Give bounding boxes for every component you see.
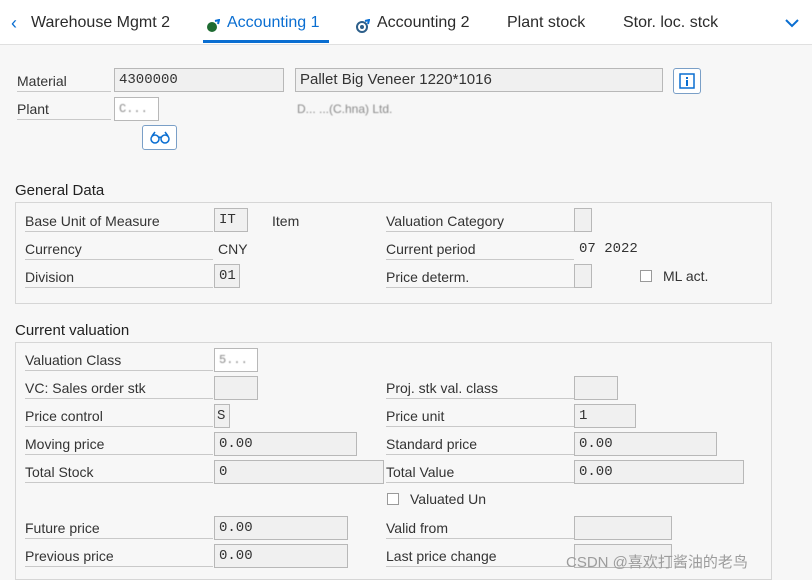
division-label: Division (25, 267, 213, 288)
last-price-change-label: Last price change (386, 546, 574, 567)
currency-value: CNY (218, 241, 248, 257)
material-number-field[interactable]: 4300000 (114, 68, 284, 92)
current-period-value: 07 2022 (579, 241, 638, 257)
standard-price-field[interactable]: 0.00 (574, 432, 717, 456)
price-determ-field[interactable] (574, 264, 592, 288)
material-label-underline (17, 91, 111, 92)
moving-price-label: Moving price (25, 434, 213, 455)
tab-accounting-2[interactable]: Accounting 2 (377, 12, 470, 34)
plant-label-underline (17, 119, 111, 120)
vc-sales-order-stk-field[interactable] (214, 376, 258, 400)
base-uom-label: Base Unit of Measure (25, 211, 213, 232)
plant-description: D... ...(C.hna) Ltd. (297, 102, 393, 116)
price-determ-label: Price determ. (386, 267, 574, 288)
valuation-class-field[interactable]: 5... (214, 348, 258, 372)
total-stock-label: Total Stock (25, 462, 213, 483)
currency-label: Currency (25, 239, 213, 260)
moving-price-field[interactable]: 0.00 (214, 432, 357, 456)
future-price-field[interactable]: 0.00 (214, 516, 348, 540)
glasses-icon[interactable] (142, 125, 177, 150)
material-description-field[interactable]: Pallet Big Veneer 1220*1016 (295, 68, 663, 92)
tab-warehouse-mgmt-2[interactable]: Warehouse Mgmt 2 (31, 12, 170, 34)
price-control-label: Price control (25, 406, 213, 427)
valuation-class-label: Valuation Class (25, 350, 213, 371)
tab-accounting-1[interactable]: Accounting 1 (227, 12, 320, 34)
tab-accounting-2-icon (356, 18, 371, 33)
ml-act-checkbox[interactable] (640, 270, 652, 282)
total-stock-field[interactable]: 0 (214, 460, 384, 484)
plant-field[interactable]: C... (114, 97, 159, 121)
future-price-label: Future price (25, 518, 213, 539)
tab-accounting-1-icon (206, 18, 221, 33)
valuated-un-label: Valuated Un (410, 491, 487, 507)
chevron-left-icon[interactable]: ‹ (4, 12, 24, 34)
base-uom-field[interactable]: IT (214, 208, 248, 232)
standard-price-label: Standard price (386, 434, 574, 455)
plant-label: Plant (17, 101, 49, 117)
info-icon[interactable] (673, 68, 701, 94)
total-value-label: Total Value (386, 462, 574, 483)
current-period-label: Current period (386, 239, 574, 260)
watermark: CSDN @喜欢打酱油的老鸟 (566, 554, 748, 571)
valuation-category-field[interactable] (574, 208, 592, 232)
price-unit-field[interactable]: 1 (574, 404, 636, 428)
total-value-field[interactable]: 0.00 (574, 460, 744, 484)
active-tab-indicator (203, 40, 329, 43)
base-uom-text: Item (272, 213, 300, 229)
vc-sales-order-stk-label: VC: Sales order stk (25, 378, 213, 399)
tab-plant-stock[interactable]: Plant stock (507, 12, 585, 34)
general-data-title: General Data (15, 182, 105, 199)
valuated-un-checkbox[interactable] (387, 493, 399, 505)
valid-from-field[interactable] (574, 516, 672, 540)
division-field[interactable]: 01 (214, 264, 240, 288)
valid-from-label: Valid from (386, 518, 574, 539)
proj-stk-val-class-field[interactable] (574, 376, 618, 400)
proj-stk-val-class-label: Proj. stk val. class (386, 378, 574, 399)
price-control-field[interactable]: S (214, 404, 230, 428)
tab-stor-loc-stck[interactable]: Stor. loc. stck (623, 12, 718, 34)
chevron-down-icon[interactable] (782, 14, 802, 36)
price-unit-label: Price unit (386, 406, 574, 427)
valuation-category-label: Valuation Category (386, 211, 574, 232)
ml-act-label: ML act. (663, 268, 709, 284)
current-valuation-title: Current valuation (15, 322, 130, 339)
previous-price-label: Previous price (25, 546, 213, 567)
previous-price-field[interactable]: 0.00 (214, 544, 348, 568)
material-label: Material (17, 73, 67, 89)
